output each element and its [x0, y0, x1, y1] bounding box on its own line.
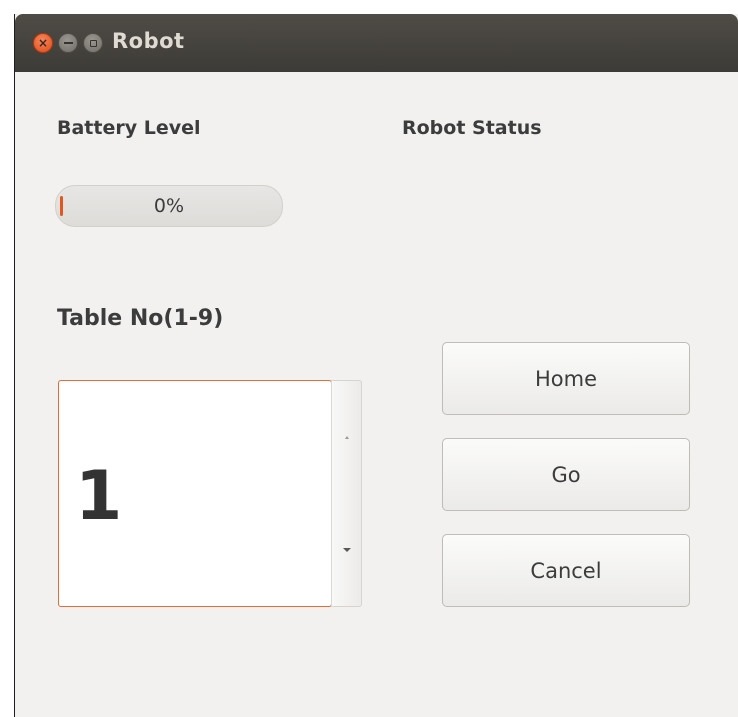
table-number-label: Table No(1-9) — [57, 306, 224, 331]
arrow-down-icon — [342, 548, 351, 552]
screen-margin — [0, 0, 14, 717]
close-button[interactable]: × — [33, 33, 53, 53]
decrement-button[interactable] — [332, 494, 361, 606]
window-title: Robot — [112, 29, 185, 53]
robot-status-label: Robot Status — [402, 117, 542, 139]
go-button[interactable]: Go — [442, 438, 690, 511]
arrow-up-icon — [344, 435, 349, 439]
table-number-stepper — [331, 380, 362, 607]
minimize-button[interactable] — [58, 33, 78, 53]
increment-button[interactable] — [332, 381, 361, 493]
maximize-icon — [89, 39, 97, 47]
battery-progress-text: 0% — [153, 195, 185, 217]
battery-progress-bar: 0% — [55, 185, 283, 227]
maximize-button[interactable] — [83, 33, 103, 53]
title-bar[interactable]: × Robot — [15, 14, 738, 72]
minimize-icon — [63, 42, 73, 44]
home-button[interactable]: Home — [442, 342, 690, 415]
table-number-value: 1 — [75, 457, 123, 536]
battery-level-label: Battery Level — [57, 117, 201, 139]
robot-window: × Robot Battery Level Robot Status 0% Ta… — [15, 14, 738, 717]
close-icon: × — [37, 36, 49, 50]
table-number-input[interactable]: 1 — [58, 380, 332, 607]
cancel-button[interactable]: Cancel — [442, 534, 690, 607]
